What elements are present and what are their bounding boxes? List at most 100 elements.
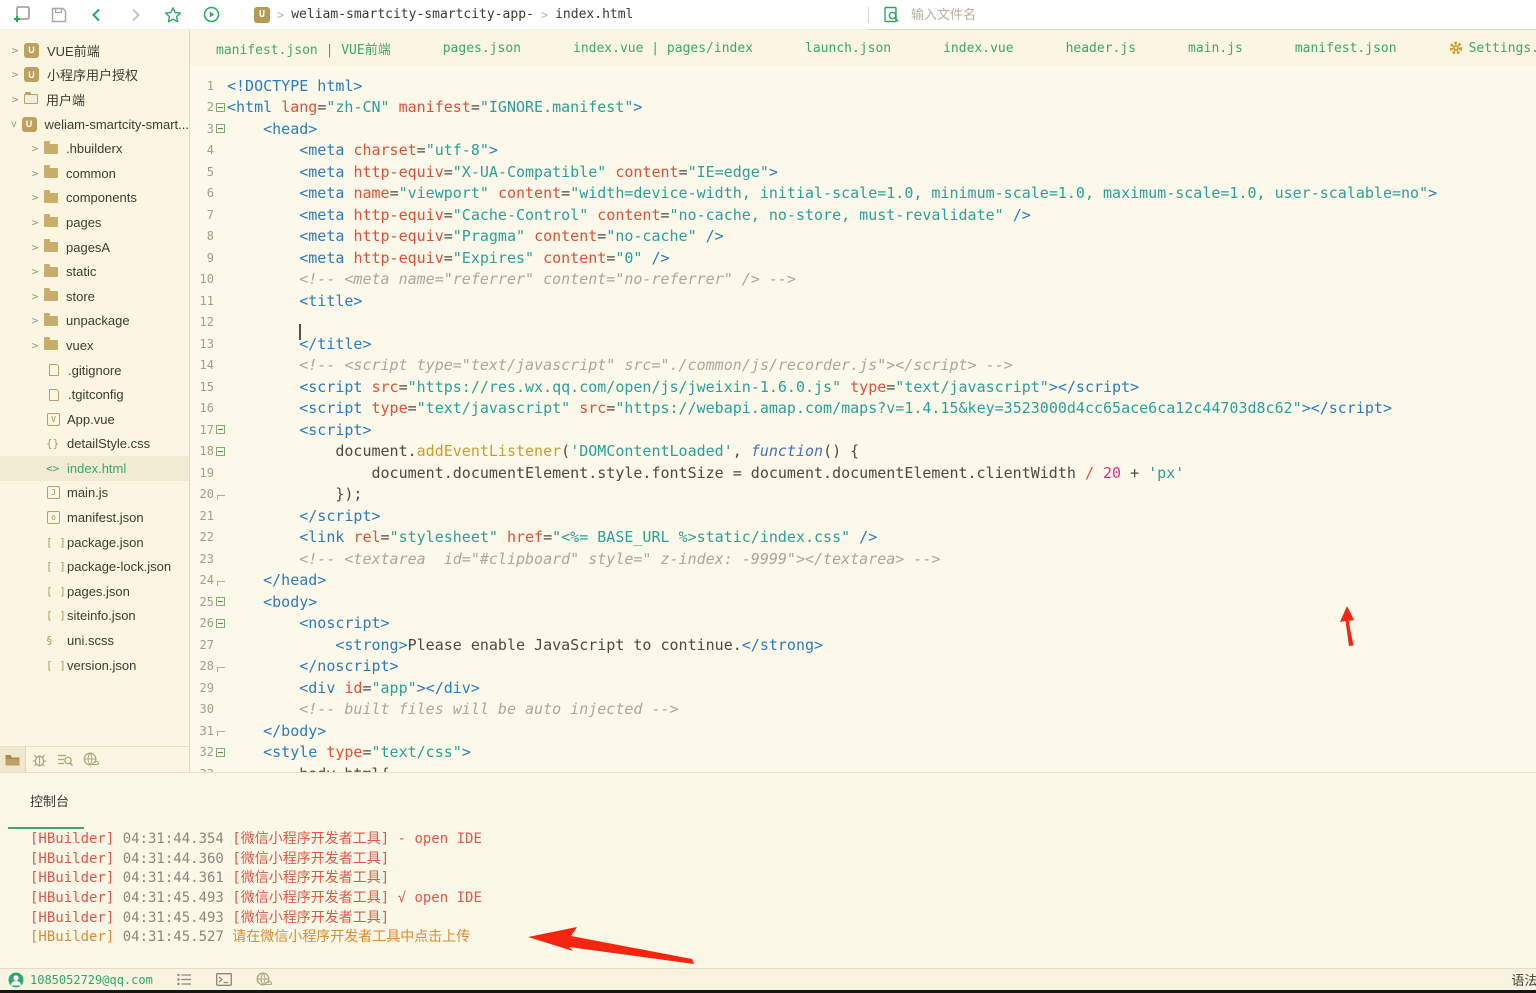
sidebar-file-gitignore[interactable]: .gitignore [0,358,189,383]
code-line-32[interactable]: 32 <style type="text/css"> [190,742,1536,764]
sidebar-file-uni-scss[interactable]: §uni.scss [0,628,189,653]
fold-open-icon[interactable] [214,447,227,456]
sidebar-folder-store[interactable]: >store [0,284,189,309]
chevron-right-icon[interactable]: > [26,265,44,278]
search-file-icon[interactable] [883,6,901,24]
user-account-icon[interactable] [8,972,24,988]
forward-icon[interactable] [126,6,144,24]
chevron-right-icon[interactable]: > [26,339,44,352]
code-line-17[interactable]: 17 <script> [190,419,1536,441]
sidebar-project-小程序用户授权[interactable]: >U小程序用户授权 [0,63,189,88]
sidebar-folder-unpackage[interactable]: >unpackage [0,309,189,334]
code-line-20[interactable]: 20 }); [190,484,1536,506]
tab-header-js[interactable]: header.js [1040,30,1162,66]
fold-open-icon[interactable] [214,124,227,133]
code-line-33[interactable]: 33 body,html{ [190,763,1536,772]
code-line-12[interactable]: 12 [190,312,1536,334]
tab-main-js[interactable]: main.js [1162,30,1269,66]
sidebar-file-app-vue[interactable]: VApp.vue [0,407,189,432]
sidebar-project-vue前端[interactable]: >UVUE前端 [0,38,189,63]
sidebar-file-version-json[interactable]: [ ]version.json [0,653,189,678]
code-editor[interactable]: 1<!DOCTYPE html>2<html lang="zh-CN" mani… [190,66,1536,772]
code-line-15[interactable]: 15 <script src="https://res.wx.qq.com/op… [190,376,1536,398]
tab-settings-json[interactable]: Settings.json [1423,30,1536,66]
code-line-14[interactable]: 14 <!-- <script type="text/javascript" s… [190,355,1536,377]
tab-index-vue[interactable]: index.vue [917,30,1039,66]
sidebar-file-tgitconfig[interactable]: .tgitconfig [0,382,189,407]
sidebar-file-manifest-json[interactable]: omanifest.json [0,505,189,530]
sidebar-project-用户端[interactable]: >用户端 [0,87,189,112]
search-panel-icon[interactable] [52,747,78,772]
code-line-23[interactable]: 23 <!-- <textarea id="#clipboard" style=… [190,548,1536,570]
code-line-1[interactable]: 1<!DOCTYPE html> [190,75,1536,97]
bookmark-star-icon[interactable] [164,6,182,24]
code-line-11[interactable]: 11 <title> [190,290,1536,312]
code-line-5[interactable]: 5 <meta http-equiv="X-UA-Compatible" con… [190,161,1536,183]
fold-end-icon[interactable] [214,661,227,672]
breadcrumb-file[interactable]: index.html [555,7,633,22]
sidebar-folder-common[interactable]: >common [0,161,189,186]
code-line-9[interactable]: 9 <meta http-equiv="Expires" content="0"… [190,247,1536,269]
terminal-icon[interactable] [216,973,232,986]
code-line-2[interactable]: 2<html lang="zh-CN" manifest="IGNORE.man… [190,97,1536,119]
run-icon[interactable] [202,6,220,24]
sidebar-file-siteinfo-json[interactable]: [ ]siteinfo.json [0,604,189,629]
code-line-13[interactable]: 13 </title> [190,333,1536,355]
sidebar-folder-pagesa[interactable]: >pagesA [0,235,189,260]
sidebar-file-main-js[interactable]: Jmain.js [0,481,189,506]
search-input[interactable] [911,7,1451,22]
code-line-3[interactable]: 3 <head> [190,118,1536,140]
code-line-28[interactable]: 28 </noscript> [190,656,1536,678]
chevron-right-icon[interactable]: > [26,241,44,254]
chevron-right-icon[interactable]: > [6,93,24,106]
tab-launch-json[interactable]: launch.json [779,30,917,66]
breadcrumb-project[interactable]: weliam-smartcity-smartcity-app- [291,7,534,22]
sidebar-file-index-html[interactable]: <>index.html [0,456,189,481]
network-panel-icon[interactable] [78,747,104,772]
chevron-right-icon[interactable]: > [26,290,44,303]
code-line-25[interactable]: 25 <body> [190,591,1536,613]
chevron-right-icon[interactable]: > [26,216,44,229]
code-line-6[interactable]: 6 <meta name="viewport" content="width=d… [190,183,1536,205]
sidebar-file-package-lock-json[interactable]: [ ]package-lock.json [0,554,189,579]
fold-open-icon[interactable] [214,748,227,757]
chevron-down-icon[interactable]: > [7,116,20,132]
code-line-29[interactable]: 29 <div id="app"></div> [190,677,1536,699]
sidebar-folder-vuex[interactable]: >vuex [0,333,189,358]
files-panel-icon[interactable] [0,747,26,772]
code-line-22[interactable]: 22 <link rel="stylesheet" href="<%= BASE… [190,527,1536,549]
sidebar-folder-pages[interactable]: >pages [0,210,189,235]
save-icon[interactable] [50,6,68,24]
code-line-7[interactable]: 7 <meta http-equiv="Cache-Control" conte… [190,204,1536,226]
outline-list-icon[interactable] [177,973,192,986]
sidebar-project-weliam-smartcity-smart[interactable]: >Uweliam-smartcity-smart... [0,112,189,137]
new-file-icon[interactable] [12,6,30,24]
account-email[interactable]: 1085052729@qq.com [30,973,153,987]
code-line-26[interactable]: 26 <noscript> [190,613,1536,635]
tab-pages-json[interactable]: pages.json [417,30,547,66]
code-line-21[interactable]: 21 </script> [190,505,1536,527]
code-line-4[interactable]: 4 <meta charset="utf-8"> [190,140,1536,162]
code-line-27[interactable]: 27 <strong>Please enable JavaScript to c… [190,634,1536,656]
debug-panel-icon[interactable] [26,747,52,772]
fold-end-icon[interactable] [214,489,227,500]
sidebar-folder-hbuilderx[interactable]: >.hbuilderx [0,136,189,161]
chevron-right-icon[interactable]: > [6,44,24,57]
fold-open-icon[interactable] [214,619,227,628]
fold-open-icon[interactable] [214,425,227,434]
chevron-right-icon[interactable]: > [26,142,44,155]
fold-open-icon[interactable] [214,103,227,112]
chevron-right-icon[interactable]: > [26,191,44,204]
tab-manifest-json-vue前端[interactable]: manifest.json | VUE前端 [190,30,417,66]
chevron-right-icon[interactable]: > [6,68,24,81]
code-line-18[interactable]: 18 document.addEventListener('DOMContent… [190,441,1536,463]
sidebar-folder-components[interactable]: >components [0,186,189,211]
code-line-8[interactable]: 8 <meta http-equiv="Pragma" content="no-… [190,226,1536,248]
sidebar-file-detailstyle-css[interactable]: {}detailStyle.css [0,432,189,457]
code-line-31[interactable]: 31 </body> [190,720,1536,742]
sidebar-file-package-json[interactable]: [ ]package.json [0,530,189,555]
code-line-30[interactable]: 30 <!-- built files will be auto injecte… [190,699,1536,721]
fold-end-icon[interactable] [214,725,227,736]
tab-index-vue-pages-index[interactable]: index.vue | pages/index [547,30,779,66]
chevron-right-icon[interactable]: > [26,167,44,180]
